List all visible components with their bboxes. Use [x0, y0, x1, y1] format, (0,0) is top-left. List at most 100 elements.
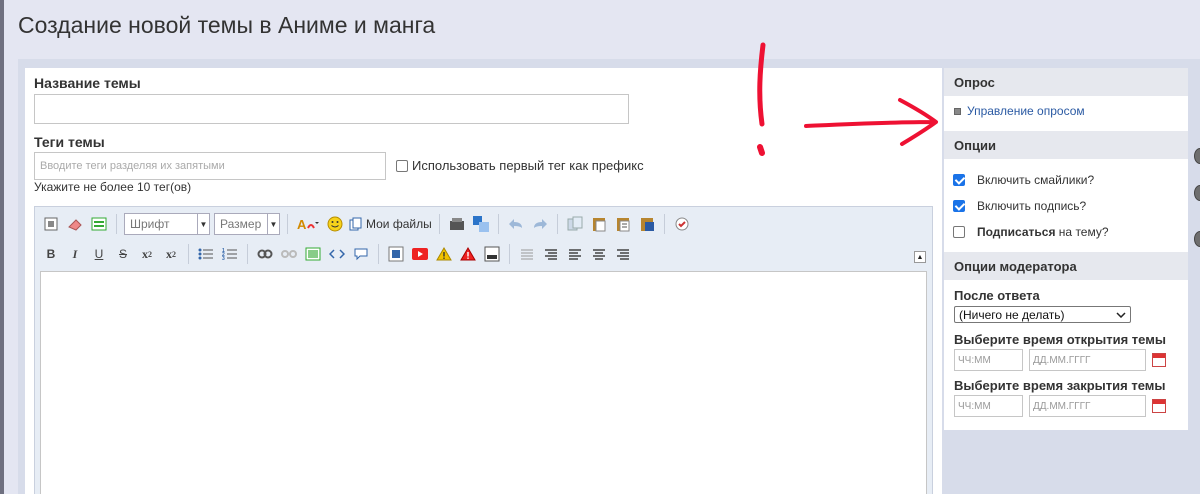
open-date-input[interactable]: ДД.ММ.ГГГГ: [1029, 349, 1146, 371]
warning-red-icon[interactable]: [458, 244, 478, 264]
option-subscribe-topic[interactable]: Подписаться на тему?: [944, 219, 1188, 245]
breadcrumb-fragment: [30, 0, 100, 2]
close-time-label: Выберите время закрытия темы: [954, 378, 1166, 393]
tags-prefix-option[interactable]: Использовать первый тег как префикс: [396, 158, 644, 173]
calendar-icon[interactable]: [1152, 399, 1166, 413]
close-date-input[interactable]: ДД.ММ.ГГГГ: [1029, 395, 1146, 417]
page-title: Создание новой темы в Аниме и манга: [18, 12, 436, 38]
edge-radio-icon: [1194, 148, 1200, 164]
option-enable-smilies[interactable]: Включить смайлики?: [944, 167, 1188, 193]
svg-text:A: A: [297, 217, 307, 232]
smiley-icon[interactable]: [325, 214, 345, 234]
eraser-icon[interactable]: [65, 214, 85, 234]
options-section: Включить смайлики? Включить подпись? Под…: [944, 159, 1188, 252]
warning-yellow-icon[interactable]: [434, 244, 454, 264]
toolbar-separator: [287, 214, 288, 234]
text-color-icon[interactable]: A: [295, 214, 321, 234]
tags-label: Теги темы: [34, 134, 105, 150]
toolbar-separator: [509, 244, 510, 264]
open-time-input[interactable]: ЧЧ:ММ: [954, 349, 1023, 371]
toolbar-separator: [247, 244, 248, 264]
sidebar: Опрос Управление опросом Опции Включить …: [944, 68, 1188, 430]
toolbar-separator: [438, 214, 440, 234]
copy-icon[interactable]: [565, 214, 585, 234]
toolbar-separator: [378, 244, 379, 264]
option-enable-signature[interactable]: Включить подпись?: [944, 193, 1188, 219]
underline-icon[interactable]: U: [89, 244, 109, 264]
open-time-label: Выберите время открытия темы: [954, 332, 1166, 347]
svg-text:3: 3: [222, 256, 225, 261]
bold-icon[interactable]: B: [41, 244, 61, 264]
close-time-row: ЧЧ:ММ ДД.ММ.ГГГГ: [944, 393, 1188, 417]
unlink-icon[interactable]: [279, 244, 299, 264]
source-mode-icon[interactable]: [41, 214, 61, 234]
enable-signature-checkbox[interactable]: [953, 200, 965, 212]
files-icon: [349, 217, 362, 231]
toolbar-separator: [663, 214, 665, 234]
table-icon[interactable]: [447, 214, 467, 234]
toolbar-separator: [556, 214, 558, 234]
after-reply-label: После ответа: [954, 288, 1040, 303]
my-files-button[interactable]: Мои файлы: [349, 217, 432, 231]
bulleted-list-icon[interactable]: [196, 244, 216, 264]
font-select[interactable]: Шрифт ▼: [124, 213, 210, 235]
chevron-down-icon: ▼: [267, 214, 279, 234]
superscript-icon[interactable]: x2: [161, 244, 181, 264]
manage-poll-link[interactable]: Управление опросом: [944, 96, 1188, 126]
spellcheck-icon[interactable]: [672, 214, 692, 234]
editor-text-area[interactable]: [40, 271, 927, 494]
strikethrough-icon[interactable]: S: [113, 244, 133, 264]
tags-hint: Укажите не более 10 тег(ов): [34, 180, 192, 194]
moderator-options-section: После ответа (Ничего не делать) Выберите…: [944, 280, 1188, 430]
options-header: Опции: [944, 131, 1188, 159]
toolbar-separator: [116, 214, 117, 234]
topic-name-label: Название темы: [34, 75, 141, 91]
undo-icon[interactable]: [506, 214, 526, 234]
align-left-icon[interactable]: [565, 244, 585, 264]
italic-icon[interactable]: I: [65, 244, 85, 264]
numbered-list-icon[interactable]: 123: [220, 244, 240, 264]
align-center-icon[interactable]: [589, 244, 609, 264]
chevron-down-icon: [1116, 311, 1126, 318]
bullet-square-icon: [954, 107, 961, 115]
moderator-options-header: Опции модератора: [944, 252, 1188, 280]
subscript-icon[interactable]: x2: [137, 244, 157, 264]
link-icon[interactable]: [255, 244, 275, 264]
tags-input[interactable]: Вводите теги разделяя их запятыми: [34, 152, 386, 180]
paste-icon[interactable]: [589, 214, 609, 234]
enable-smilies-checkbox[interactable]: [953, 174, 965, 186]
close-time-input[interactable]: ЧЧ:ММ: [954, 395, 1023, 417]
poll-section: Управление опросом: [944, 96, 1188, 131]
align-justify-light-icon[interactable]: [517, 244, 537, 264]
paste-word-icon[interactable]: [637, 214, 657, 234]
chevron-down-icon: ▼: [197, 214, 209, 234]
translate-icon[interactable]: [471, 214, 491, 234]
align-right-icon[interactable]: [613, 244, 633, 264]
topic-name-input[interactable]: [34, 94, 629, 124]
toolbar-separator: [188, 244, 189, 264]
open-time-row: ЧЧ:ММ ДД.ММ.ГГГГ: [944, 347, 1188, 371]
toolbar-separator: [497, 214, 499, 234]
spoiler-icon[interactable]: [482, 244, 502, 264]
code-icon[interactable]: [327, 244, 347, 264]
image-icon[interactable]: [303, 244, 323, 264]
after-reply-select[interactable]: (Ничего не делать): [954, 306, 1131, 323]
twitter-icon[interactable]: [386, 244, 406, 264]
tags-prefix-label: Использовать первый тег как префикс: [412, 158, 644, 173]
rich-text-editor: Шрифт ▼ Размер ▼ A Мои файлы B I U S x2 x2…: [34, 206, 933, 494]
left-border: [0, 0, 4, 494]
calendar-icon[interactable]: [1152, 353, 1166, 367]
tags-prefix-checkbox[interactable]: [396, 159, 408, 172]
edge-radio-icon: [1194, 231, 1200, 247]
quote-icon[interactable]: [351, 244, 371, 264]
template-icon[interactable]: [89, 214, 109, 234]
align-right-bold-icon[interactable]: [541, 244, 561, 264]
size-select[interactable]: Размер ▼: [214, 213, 280, 235]
collapse-toolbar-icon[interactable]: ▲: [914, 251, 926, 263]
paste-text-icon[interactable]: [613, 214, 633, 234]
edge-radio-icon: [1194, 185, 1200, 201]
subscribe-topic-checkbox[interactable]: [953, 226, 965, 238]
tags-placeholder: Вводите теги разделяя их запятыми: [40, 160, 225, 172]
youtube-icon[interactable]: [410, 244, 430, 264]
redo-icon[interactable]: [530, 214, 550, 234]
